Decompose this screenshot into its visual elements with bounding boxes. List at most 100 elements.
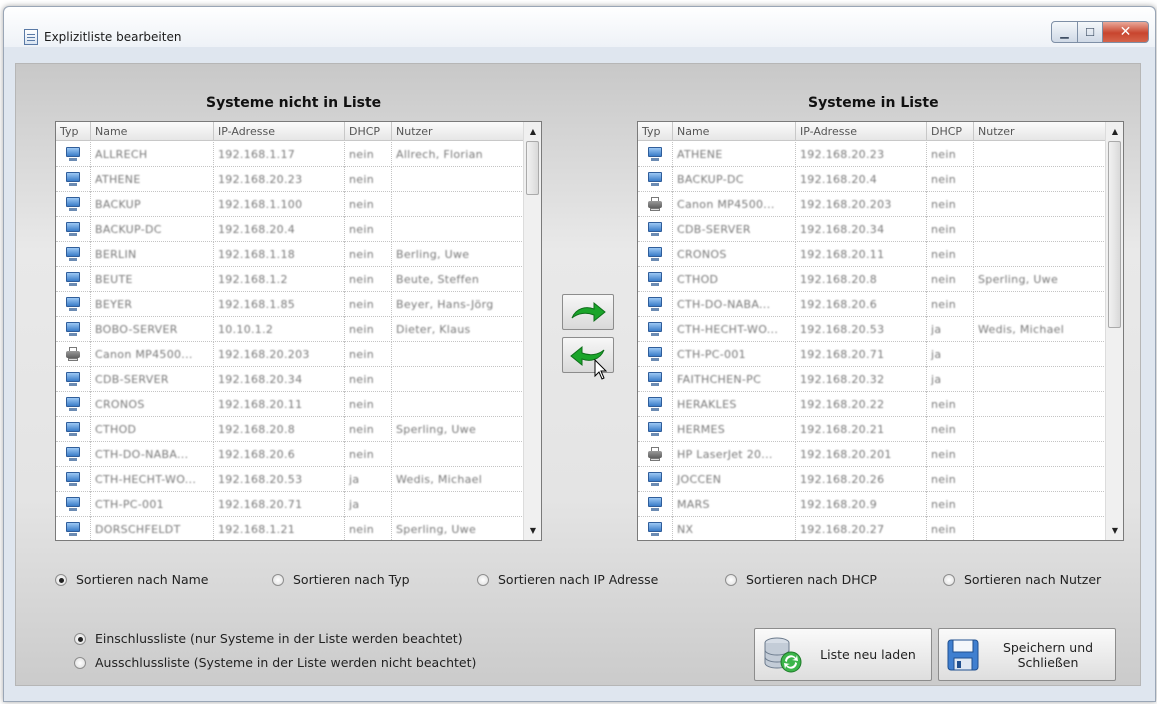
radio-button[interactable] [55, 573, 67, 586]
table-row[interactable]: CTH-DO-NABA... 192.168.20.6 nein [56, 441, 524, 467]
table-row[interactable]: Canon MP4500... 192.168.20.203 nein [638, 191, 1106, 217]
radio-button[interactable] [725, 573, 737, 586]
column-header-user[interactable]: Nutzer [392, 122, 524, 141]
user-cell: Sperling, Uwe [392, 516, 524, 540]
sort-by-dhcp-option[interactable]: Sortieren nach DHCP [725, 572, 877, 587]
column-header-typ[interactable]: Typ [638, 122, 673, 141]
table-row[interactable]: CTHOD 192.168.20.8 nein Sperling, Uwe [638, 266, 1106, 292]
dhcp-cell: nein [345, 416, 392, 442]
table-row[interactable]: ATHENE 192.168.20.23 nein [56, 166, 524, 192]
systems-in-list[interactable]: Typ Name IP-Adresse DHCP Nutzer ATHENE 19… [637, 121, 1124, 541]
minimize-button[interactable]: ▁ [1051, 21, 1078, 43]
radio-button[interactable] [74, 656, 86, 669]
type-cell [638, 491, 673, 517]
dhcp-cell-text: nein [931, 172, 956, 186]
table-row[interactable]: CDB-SERVER 192.168.20.34 nein [638, 216, 1106, 242]
table-row[interactable]: CTH-DO-NABA... 192.168.20.6 nein [638, 291, 1106, 317]
add-to-list-button[interactable] [562, 294, 614, 330]
sort-by-ip-option[interactable]: Sortieren nach IP Adresse [477, 572, 658, 587]
dhcp-cell-text: nein [349, 322, 374, 336]
name-cell-text: CTHOD [95, 422, 137, 436]
computer-icon [647, 322, 663, 336]
table-row[interactable]: CDB-SERVER 192.168.20.34 nein [56, 366, 524, 392]
ip-cell: 192.168.20.11 [796, 241, 927, 267]
table-row[interactable]: JOCCEN 192.168.20.26 nein [638, 466, 1106, 492]
table-row[interactable]: CRONOS 192.168.20.11 nein [638, 241, 1106, 267]
ip-cell: 192.168.1.17 [214, 141, 345, 167]
radio-button[interactable] [74, 632, 86, 645]
column-header-ip[interactable]: IP-Adresse [214, 122, 345, 141]
table-row[interactable]: HERAKLES 192.168.20.22 nein [638, 391, 1106, 417]
table-row[interactable]: ATHENE 192.168.20.23 nein [638, 141, 1106, 167]
table-row[interactable]: CTHOD 192.168.20.8 nein Sperling, Uwe [56, 416, 524, 442]
table-row[interactable]: BACKUP-DC 192.168.20.4 nein [56, 216, 524, 242]
name-cell-text: JOCCEN [677, 472, 722, 486]
dhcp-cell-text: nein [931, 472, 956, 486]
scroll-thumb[interactable] [526, 141, 539, 195]
scroll-up-icon[interactable]: ▲ [525, 123, 541, 140]
table-row[interactable]: BACKUP 192.168.1.100 nein [56, 191, 524, 217]
table-row[interactable]: CTH-HECHT-WO... 192.168.20.53 ja Wedis, Mic… [638, 316, 1106, 342]
include-list-option[interactable]: Einschlussliste (nur Systeme in der List… [74, 631, 463, 646]
table-row[interactable]: BEUTE 192.168.1.2 nein Beute, Steffen [56, 266, 524, 292]
table-row[interactable]: BEYER 192.168.1.85 nein Beyer, Hans-Jörg [56, 291, 524, 317]
dhcp-cell-text: nein [931, 197, 956, 211]
table-row[interactable]: CTH-HECHT-WO... 192.168.20.53 ja Wedis, Mic… [56, 466, 524, 492]
column-header-ip[interactable]: IP-Adresse [796, 122, 927, 141]
sort-by-name-option[interactable]: Sortieren nach Name [55, 572, 208, 587]
scroll-up-icon[interactable]: ▲ [1107, 123, 1123, 140]
dhcp-cell: nein [927, 466, 974, 492]
table-row[interactable]: BERLIN 192.168.1.18 nein Berling, Uwe [56, 241, 524, 267]
scroll-down-icon[interactable]: ▼ [1107, 522, 1123, 539]
save-and-close-button[interactable]: Speichern und Schließen [938, 628, 1116, 681]
table-row[interactable]: FAITHCHEN-PC 192.168.20.32 ja [638, 366, 1106, 392]
name-cell: HP LaserJet 20... [673, 441, 796, 467]
table-row[interactable]: HERMES 192.168.20.21 nein [638, 416, 1106, 442]
column-header-dhcp[interactable]: DHCP [927, 122, 974, 141]
name-cell: CRONOS [91, 391, 214, 417]
table-row[interactable]: ALLRECH 192.168.1.17 nein Allrech, Florian [56, 141, 524, 167]
column-header-typ[interactable]: Typ [56, 122, 91, 141]
title-bar[interactable]: Explizitliste bearbeiten ▁ ☐ ✕ [4, 7, 1155, 47]
table-row[interactable]: CTH-PC-001 192.168.20.71 ja [56, 491, 524, 517]
type-cell [638, 216, 673, 242]
printer-icon [647, 447, 663, 461]
scrollbar[interactable]: ▲ ▼ [1105, 122, 1123, 540]
user-cell: Wedis, Michael [392, 466, 524, 492]
column-header-name[interactable]: Name [91, 122, 214, 141]
table-row[interactable]: CRONOS 192.168.20.11 nein [56, 391, 524, 417]
table-row[interactable]: DORSCHFELDT 192.168.1.21 nein Sperling, Uwe [56, 516, 524, 540]
table-row[interactable]: NX 192.168.20.27 nein [638, 516, 1106, 540]
ip-cell-text: 192.168.20.11 [800, 247, 885, 261]
name-cell: CDB-SERVER [91, 366, 214, 392]
radio-button[interactable] [943, 573, 955, 586]
table-row[interactable]: HP LaserJet 20... 192.168.20.201 nein [638, 441, 1106, 467]
exclude-list-option[interactable]: Ausschlussliste (Systeme in der Liste we… [74, 655, 476, 670]
reload-list-button[interactable]: Liste neu laden [754, 628, 932, 681]
mouse-pointer-icon [594, 359, 608, 380]
column-header-dhcp[interactable]: DHCP [345, 122, 392, 141]
computer-icon [65, 172, 81, 186]
dhcp-cell: nein [345, 266, 392, 292]
column-header-name[interactable]: Name [673, 122, 796, 141]
scroll-thumb[interactable] [1108, 141, 1121, 328]
column-header-user[interactable]: Nutzer [974, 122, 1106, 141]
list-body: ALLRECH 192.168.1.17 nein Allrech, Florian A… [56, 141, 524, 540]
scroll-down-icon[interactable]: ▼ [525, 522, 541, 539]
radio-button[interactable] [272, 573, 284, 586]
radio-button[interactable] [477, 573, 489, 586]
scrollbar[interactable]: ▲ ▼ [523, 122, 541, 540]
ip-cell-text: 192.168.20.23 [800, 147, 885, 161]
table-row[interactable]: Canon MP4500... 192.168.20.203 nein [56, 341, 524, 367]
name-cell: JOCCEN [673, 466, 796, 492]
table-row[interactable]: BACKUP-DC 192.168.20.4 nein [638, 166, 1106, 192]
table-row[interactable]: CTH-PC-001 192.168.20.71 ja [638, 341, 1106, 367]
close-button[interactable]: ✕ [1103, 21, 1149, 43]
maximize-button[interactable]: ☐ [1078, 21, 1103, 43]
table-row[interactable]: MARS 192.168.20.9 nein [638, 491, 1106, 517]
systems-not-in-list[interactable]: Typ Name IP-Adresse DHCP Nutzer ALLRECH 1… [55, 121, 542, 541]
name-cell: BEYER [91, 291, 214, 317]
sort-by-user-option[interactable]: Sortieren nach Nutzer [943, 572, 1101, 587]
table-row[interactable]: BOBO-SERVER 10.10.1.2 nein Dieter, Klaus [56, 316, 524, 342]
sort-by-type-option[interactable]: Sortieren nach Typ [272, 572, 410, 587]
